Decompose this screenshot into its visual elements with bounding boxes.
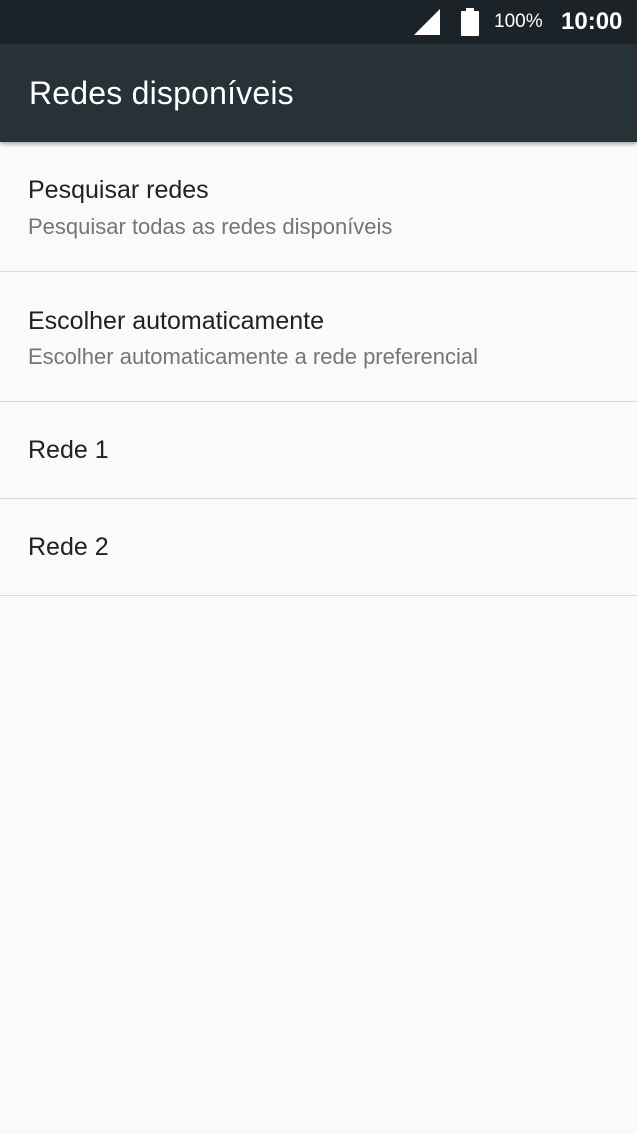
list-item-network-2[interactable]: Rede 2 <box>0 499 637 596</box>
clock: 10:00 <box>561 8 623 35</box>
battery-percent: 100% <box>494 11 543 32</box>
list-item-title: Rede 1 <box>28 436 109 464</box>
list-item-summary: Pesquisar todas as redes disponíveis <box>28 214 393 239</box>
list-item-choose-automatically[interactable]: Escolher automaticamente Escolher automa… <box>0 272 637 402</box>
list-item-summary: Escolher automaticamente a rede preferen… <box>28 344 479 369</box>
app-bar: Redes disponíveis <box>0 44 637 142</box>
battery-icon <box>461 8 479 36</box>
list-item-search-networks[interactable]: Pesquisar redes Pesquisar todas as redes… <box>0 142 637 272</box>
signal-icon <box>414 9 440 35</box>
list-item-title: Escolher automaticamente <box>28 307 324 335</box>
list-item-title: Rede 2 <box>28 533 109 561</box>
list-item-title: Pesquisar redes <box>28 176 209 204</box>
list-item-network-1[interactable]: Rede 1 <box>0 402 637 499</box>
network-list: Pesquisar redes Pesquisar todas as redes… <box>0 142 637 596</box>
status-bar: 100% 10:00 <box>0 0 637 44</box>
page-title: Redes disponíveis <box>29 75 294 111</box>
